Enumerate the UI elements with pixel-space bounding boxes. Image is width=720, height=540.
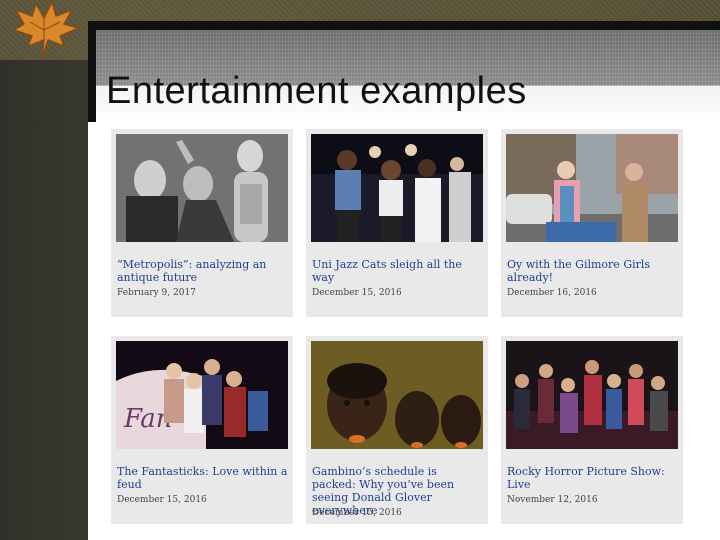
article-card[interactable]: Rocky Horror Picture Show: Live November… [501,336,683,524]
article-title[interactable]: The Fantasticks: Love within a feud [117,465,289,491]
article-card[interactable]: “Metropolis”: analyzing an antique futur… [111,129,293,317]
article-card[interactable]: Gambino’s schedule is packed: Why you’ve… [306,336,488,524]
article-image[interactable] [116,134,288,242]
article-date: November 12, 2016 [507,495,598,505]
article-image[interactable] [311,134,483,242]
article-title[interactable]: Oy with the Gilmore Girls already! [507,258,679,284]
article-title[interactable]: “Metropolis”: analyzing an antique futur… [117,258,289,284]
article-image[interactable]: Fan [116,341,288,449]
slide-content: “Metropolis”: analyzing an antique futur… [88,122,720,540]
article-title[interactable]: Rocky Horror Picture Show: Live [507,465,679,491]
article-date: December 16, 2016 [507,288,597,298]
article-card[interactable]: Fan The Fantasticks: Love within a feud … [111,336,293,524]
article-date: February 9, 2017 [117,288,196,298]
article-card[interactable]: Oy with the Gilmore Girls already! Decem… [501,129,683,317]
article-image[interactable] [311,341,483,449]
left-decorative-strip [0,60,88,540]
article-date: December 15, 2016 [312,288,402,298]
article-image[interactable] [506,134,678,242]
article-date: December 15, 2016 [117,495,207,505]
article-title[interactable]: Uni Jazz Cats sleigh all the way [312,258,484,284]
slide-title: Entertainment examples [106,70,527,112]
article-image[interactable] [506,341,678,449]
article-date: December 15, 2016 [312,508,402,518]
article-card[interactable]: Uni Jazz Cats sleigh all the way Decembe… [306,129,488,317]
maple-leaf-icon [12,0,81,59]
